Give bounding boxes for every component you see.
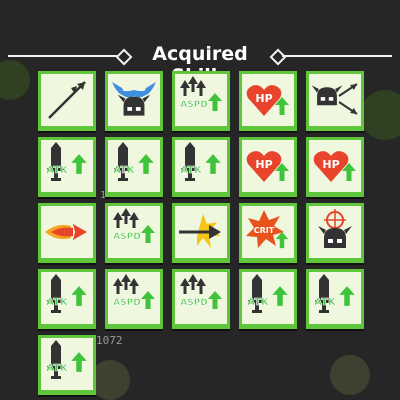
bat-wing-helmet-icon [112,82,156,116]
skill-tile[interactable]: ATK [172,137,230,197]
svg-text:ASPD: ASPD [113,232,141,242]
piercing-arrow-icon [179,214,221,248]
atk-up-icon: ATK [113,142,154,181]
skill-tile[interactable]: ATK [239,269,297,329]
skill-tile[interactable]: HP [239,71,297,131]
skill-tile[interactable]: ASPD [105,203,163,263]
svg-text:ASPD: ASPD [113,298,141,308]
svg-text:ATK: ATK [46,165,69,176]
skill-tile[interactable]: ATK [306,269,364,329]
aspd-up-icon: ASPD [113,208,155,243]
skill-tile[interactable]: HP [239,137,297,197]
svg-text:ATK: ATK [180,165,203,176]
svg-text:ATK: ATK [314,297,337,308]
skill-tile[interactable]: ATK [38,137,96,197]
atk-up-icon: ATK [46,142,87,181]
crit-up-icon: CRIT [246,210,289,249]
helmet-target-icon [318,209,352,248]
hp-up-icon: HP [313,151,356,182]
atk-up-icon: ATK [314,274,355,313]
atk-up-icon: ATK [247,274,288,313]
skill-tile[interactable]: HP [306,137,364,197]
svg-text:HP: HP [255,158,272,171]
svg-text:HP: HP [322,158,339,171]
skill-tile[interactable] [306,203,364,263]
skill-tile[interactable] [38,71,96,131]
svg-text:CRIT: CRIT [254,226,275,235]
aspd-up-icon: ASPD [113,274,155,309]
fire-arrow-icon [45,224,87,240]
skill-tile[interactable]: ATK [38,335,96,395]
svg-text:ATK: ATK [46,363,69,374]
skill-tile[interactable]: CRIT [239,203,297,263]
atk-up-icon: ATK [180,142,221,181]
skill-tile[interactable]: ASPD [105,269,163,329]
atk-up-icon: ATK [46,340,87,379]
hp-up-icon: HP [246,151,289,182]
skill-tile[interactable] [306,71,364,131]
svg-text:ATK: ATK [113,165,136,176]
multi-arrow-icon [48,81,86,119]
skill-tile[interactable] [172,203,230,263]
svg-text:ASPD: ASPD [180,100,208,110]
aspd-up-icon: ASPD [180,76,222,111]
skill-tile[interactable] [105,71,163,131]
skill-tile[interactable]: ASPD [172,269,230,329]
svg-text:ATK: ATK [247,297,270,308]
skill-tile[interactable]: ATK [38,269,96,329]
skill-tile[interactable]: ASPD [172,71,230,131]
skill-tile[interactable] [38,203,96,263]
skill-grid: ASPD HP ATK ATK ATK HP HP ASPD CRIT ATK … [0,0,400,400]
skill-tile[interactable]: ATK [105,137,163,197]
atk-up-icon: ATK [46,274,87,313]
svg-text:ASPD: ASPD [180,298,208,308]
svg-text:HP: HP [255,92,272,105]
svg-text:ATK: ATK [46,297,69,308]
helmet-arrows-icon [311,83,358,115]
aspd-up-icon: ASPD [180,274,222,309]
hp-up-icon: HP [246,85,289,116]
